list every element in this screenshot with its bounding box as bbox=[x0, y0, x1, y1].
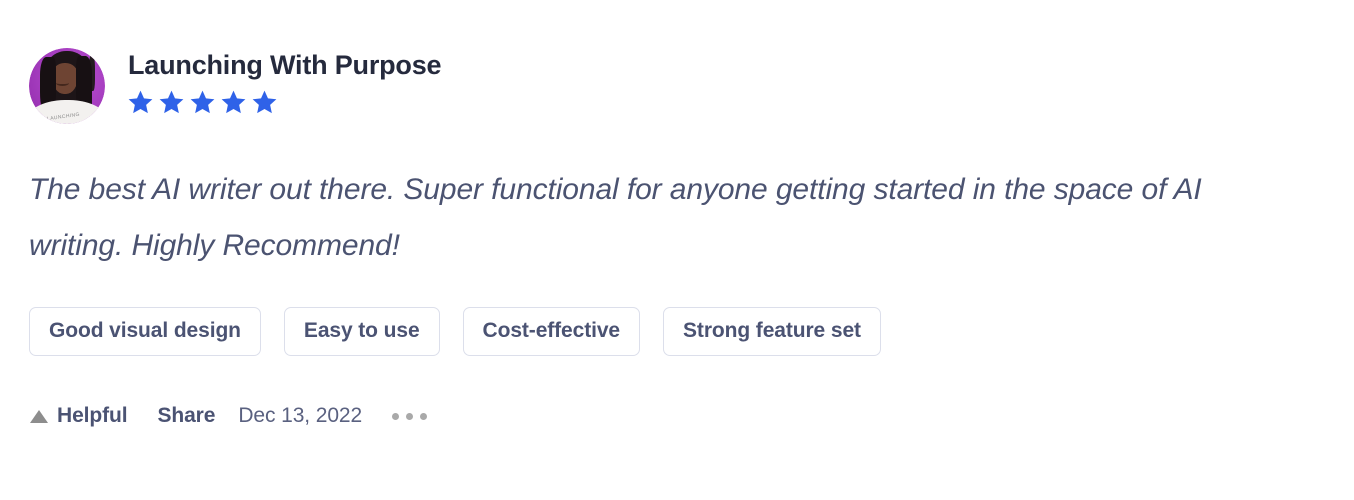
reviewer-name: Launching With Purpose bbox=[128, 50, 442, 80]
avatar-photo: LAUNCHING bbox=[29, 48, 105, 124]
ellipsis-dot bbox=[420, 412, 428, 420]
review-card: LAUNCHING Launching With Purpose The bes… bbox=[0, 0, 1354, 500]
ellipsis-horizontal-icon[interactable] bbox=[390, 407, 429, 426]
avatar-face bbox=[51, 63, 78, 94]
ellipsis-dot bbox=[406, 412, 414, 420]
review-tag[interactable]: Good visual design bbox=[29, 307, 261, 357]
helpful-button[interactable]: Helpful bbox=[30, 404, 128, 428]
review-tag[interactable]: Easy to use bbox=[283, 307, 440, 357]
review-date: Dec 13, 2022 bbox=[238, 404, 363, 428]
review-footer: Helpful Share Dec 13, 2022 bbox=[30, 404, 1324, 428]
star-filled-icon bbox=[159, 90, 184, 114]
share-button[interactable]: Share bbox=[157, 404, 215, 428]
star-rating bbox=[128, 90, 441, 114]
star-filled-icon bbox=[128, 90, 153, 114]
review-tag[interactable]: Strong feature set bbox=[663, 307, 881, 357]
triangle-up-icon bbox=[30, 409, 48, 423]
star-filled-icon bbox=[190, 90, 215, 114]
review-text: The best AI writer out there. Super func… bbox=[29, 173, 1202, 263]
star-filled-icon bbox=[252, 90, 277, 114]
reviewer-identity: Launching With Purpose bbox=[128, 48, 442, 114]
ellipsis-dot bbox=[392, 412, 400, 420]
review-tag[interactable]: Cost-effective bbox=[462, 307, 641, 357]
review-header: LAUNCHING Launching With Purpose bbox=[29, 48, 1324, 124]
review-tag-list: Good visual design Easy to use Cost-effe… bbox=[29, 307, 1324, 357]
helpful-label: Helpful bbox=[57, 404, 128, 428]
star-filled-icon bbox=[221, 90, 246, 114]
avatar[interactable]: LAUNCHING bbox=[29, 48, 105, 124]
